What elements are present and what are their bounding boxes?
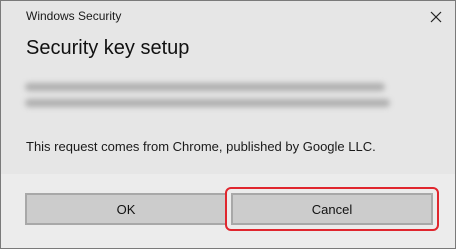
blurred-description xyxy=(25,83,395,117)
close-button[interactable] xyxy=(425,6,447,28)
button-footer: OK Cancel xyxy=(1,174,455,248)
cancel-button-label: Cancel xyxy=(311,201,353,217)
windows-security-dialog: Windows Security Security key setup This… xyxy=(0,0,456,249)
ok-button-label: OK xyxy=(116,201,136,217)
title-bar[interactable]: Windows Security xyxy=(1,1,455,33)
request-source-text: This request comes from Chrome, publishe… xyxy=(26,139,376,154)
ok-button[interactable]: OK xyxy=(25,193,227,225)
cancel-button[interactable]: Cancel xyxy=(231,193,433,225)
window-title: Windows Security xyxy=(26,9,122,23)
close-icon xyxy=(430,11,442,23)
dialog-heading: Security key setup xyxy=(26,37,190,59)
